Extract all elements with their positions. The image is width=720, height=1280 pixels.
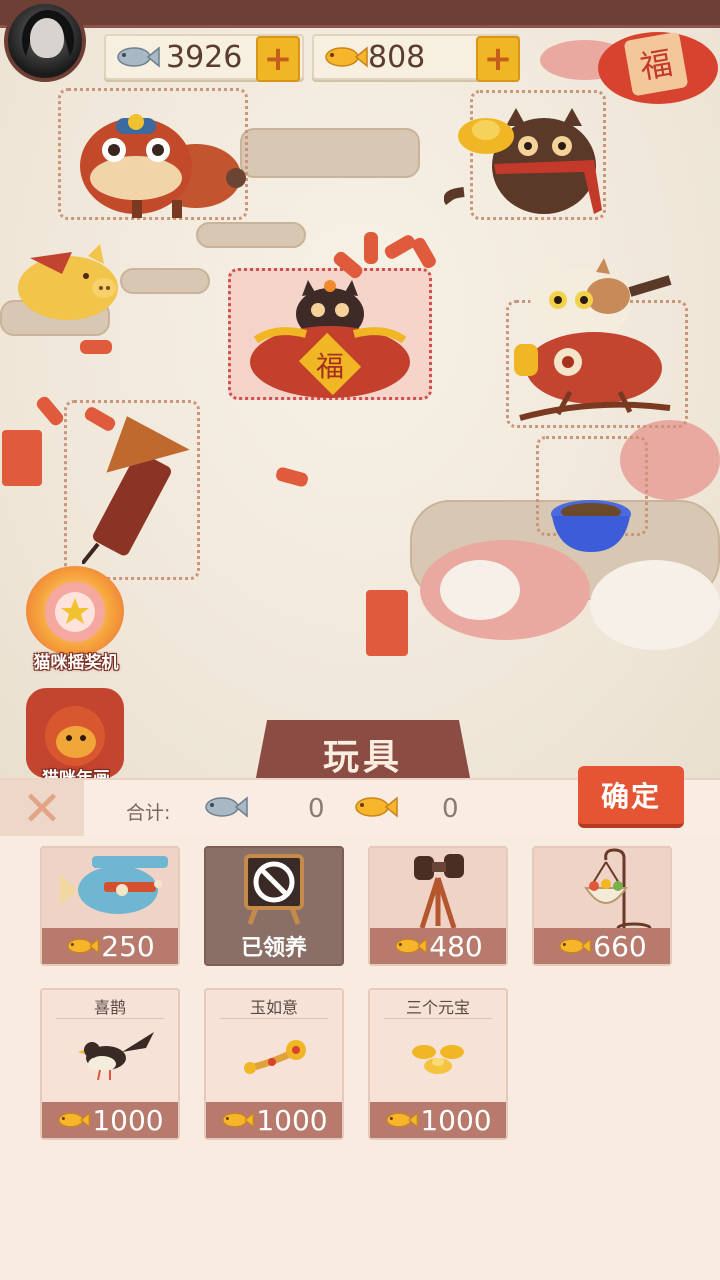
- toy-price: 250: [42, 928, 178, 964]
- toy-price: 660: [534, 928, 670, 964]
- toy-price: 480: [370, 928, 506, 964]
- lion-dance-toy[interactable]: [76, 96, 246, 220]
- top-bar: [0, 0, 720, 28]
- toy-card-magpie[interactable]: 喜鹊 1000: [40, 988, 180, 1140]
- piggy-bank[interactable]: [12, 244, 120, 324]
- gold-fish-icon: [222, 1112, 255, 1128]
- slot-machine-label: 猫咪摇奖机: [33, 653, 119, 673]
- add-gold-fish-button[interactable]: +: [476, 36, 520, 82]
- adopted-status: 已领养: [206, 928, 342, 964]
- firecracker: [34, 394, 66, 428]
- fu-text: 福: [637, 43, 675, 86]
- gold-fish-icon: [325, 46, 368, 68]
- gold-fish-icon: [67, 938, 100, 954]
- cat-food-bowl[interactable]: [548, 494, 634, 556]
- silver-fish-icon: [205, 796, 248, 818]
- toy-card-airplane[interactable]: 250: [40, 846, 180, 966]
- toy-name: 玉如意: [249, 998, 298, 1017]
- toy-card-gold-ingots[interactable]: 三个元宝 1000: [368, 988, 508, 1140]
- ruyi-icon: [244, 1040, 306, 1074]
- airplane-icon: [60, 856, 168, 914]
- stone-slab: [120, 268, 210, 294]
- gold-fish-icon: [395, 938, 428, 954]
- firecracker: [366, 590, 408, 656]
- black-cat-ingot[interactable]: [444, 102, 614, 220]
- gold-ingots-icon: [412, 1045, 464, 1074]
- stone-slab: [240, 128, 420, 178]
- gold-fish-icon: [355, 796, 398, 818]
- total-label: 合计:: [126, 802, 171, 824]
- toy-price: 1000: [42, 1102, 178, 1138]
- close-button[interactable]: ✕: [0, 780, 84, 838]
- gold-fish-icon: [58, 1112, 91, 1128]
- white-cloud: [590, 560, 720, 650]
- panel-title: 玩具: [322, 737, 403, 778]
- toy-name: 喜鹊: [93, 998, 126, 1017]
- firecracker: [2, 430, 42, 486]
- toy-card-binoculars[interactable]: 480: [368, 846, 508, 966]
- firecracker: [364, 232, 378, 264]
- toy-price-value: 1000: [92, 1103, 164, 1137]
- magpie-icon: [78, 1032, 154, 1081]
- total-bar: ✕ 合计: 0 0 确定: [0, 766, 720, 838]
- toy-price: 1000: [370, 1102, 506, 1138]
- prohibited-sign-icon: [244, 854, 304, 925]
- silver-fish-icon: [117, 46, 160, 68]
- slot-machine-button[interactable]: [26, 566, 124, 656]
- toy-price-value: 660: [593, 929, 647, 963]
- silver-fish-count: 3926: [166, 39, 243, 75]
- calico-cat-rocking-koi[interactable]: [510, 252, 680, 434]
- fu-lucky-bag-cat[interactable]: 福: [246, 280, 414, 398]
- rocket-firework[interactable]: [82, 414, 192, 564]
- toy-card-hanging-basket[interactable]: 660: [532, 846, 672, 966]
- firecracker: [409, 235, 439, 271]
- white-cloud: [440, 560, 520, 620]
- total-gold: 0: [442, 794, 459, 824]
- binoculars-icon: [414, 854, 464, 929]
- firecracker: [274, 466, 310, 488]
- toy-card-adopted[interactable]: 已领养: [204, 846, 344, 966]
- firecracker: [80, 340, 112, 354]
- slot-machine-icon: [45, 582, 105, 642]
- toy-price-value: 480: [429, 929, 483, 963]
- hanging-basket-icon: [584, 848, 652, 934]
- gold-fish-count: 808: [368, 39, 426, 75]
- player-avatar[interactable]: [4, 0, 86, 82]
- cat-yard-scene: 福 福 猫咪摇奖机: [0, 0, 720, 780]
- toy-card-ruyi[interactable]: 玉如意 1000: [204, 988, 344, 1140]
- silver-fish-counter: 3926 +: [104, 34, 304, 82]
- gold-fish-icon: [386, 1112, 419, 1128]
- total-silver: 0: [308, 794, 325, 824]
- fu-lantern: 福: [598, 32, 718, 104]
- toy-price: 1000: [206, 1102, 342, 1138]
- confirm-button[interactable]: 确定: [578, 766, 684, 828]
- gold-fish-counter: 808 +: [312, 34, 520, 82]
- toy-price-value: 250: [101, 929, 155, 963]
- toy-price-value: 1000: [256, 1103, 328, 1137]
- stone-slab: [196, 222, 306, 248]
- new-year-painting-label: 猫咪年画: [14, 764, 138, 778]
- toy-grid: 250 已领养 480 660 喜鹊 1000 玉如意 1000 三个元宝 10…: [0, 836, 720, 1280]
- toy-name: 三个元宝: [405, 998, 470, 1017]
- fu-bag-text: 福: [316, 350, 344, 383]
- add-silver-fish-button[interactable]: +: [256, 36, 300, 82]
- gold-fish-icon: [559, 938, 592, 954]
- toy-price-value: 1000: [420, 1103, 492, 1137]
